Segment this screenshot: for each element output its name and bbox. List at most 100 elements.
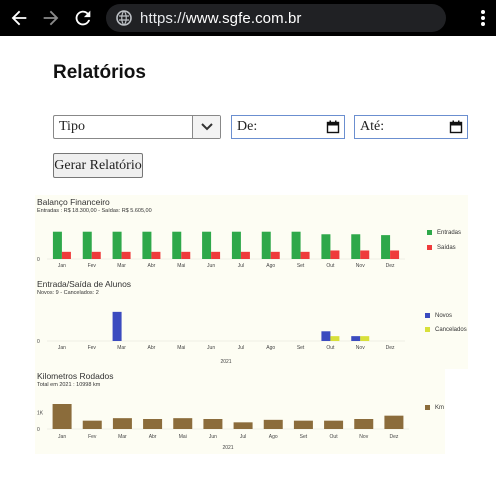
x-axis-label: 2021 [220, 359, 231, 365]
legend-item: Saídas [427, 245, 456, 251]
address-bar[interactable]: https://www.sgfe.com.br [106, 4, 446, 32]
x-tick-label: Jan [58, 434, 66, 440]
tipo-select-value: Tipo [59, 119, 85, 134]
url-host: www.sgfe.com.br [185, 10, 302, 27]
x-tick-label: Dez [386, 345, 395, 351]
bar-km [203, 419, 223, 429]
x-tick-label: Mar [117, 263, 126, 269]
site-info-icon[interactable] [116, 10, 132, 26]
bar-km [173, 418, 193, 429]
bar-entradas [202, 231, 212, 259]
bar-entradas [52, 231, 62, 259]
browser-toolbar: https://www.sgfe.com.br [0, 0, 496, 36]
x-tick-label: Mar [117, 345, 126, 351]
legend-item: Entradas [427, 230, 461, 236]
bar-entradas [112, 231, 122, 259]
x-tick-label: Jun [209, 434, 217, 440]
generate-report-button[interactable]: Gerar Relatório [53, 153, 143, 178]
bar-entradas [351, 234, 361, 259]
chart-subtitle: Total em 2021 : 10998 km [37, 382, 101, 388]
forward-arrow-icon[interactable] [40, 7, 62, 29]
bar-saídas [390, 250, 400, 259]
bar-saídas [121, 251, 131, 259]
students-flow-chart: Jan Fev Mar Abr Mai Jun Jul Ago Set Out Nov Dez 0 202… [35, 277, 468, 369]
x-tick-label: Ago [266, 345, 275, 351]
x-tick-label: Jul [240, 434, 246, 440]
x-tick-label: Out [326, 263, 335, 269]
bar-km [82, 420, 102, 429]
x-axis-label: 2021 [222, 445, 233, 451]
x-tick-label: Set [297, 263, 305, 269]
x-tick-label: Mai [177, 263, 185, 269]
bar-saídas [360, 250, 370, 259]
chart-subtitle: Novos: 9 - Cancelados: 2 [37, 290, 99, 296]
legend-swatch [427, 230, 432, 235]
date-from-input[interactable]: De: [231, 115, 345, 139]
bar-entradas [291, 231, 301, 259]
x-tick-label: Fev [88, 434, 97, 440]
bar-km [384, 415, 404, 429]
bar-km [143, 419, 163, 429]
x-tick-label: Abr [148, 345, 156, 351]
tipo-select[interactable]: Tipo [53, 115, 221, 139]
bar-saídas [211, 251, 221, 259]
bar-km [263, 419, 283, 429]
x-tick-label: Jul [238, 263, 244, 269]
x-tick-label: Abr [149, 434, 157, 440]
bar-entradas [142, 231, 152, 259]
bar-km [324, 420, 344, 429]
bar-entradas [231, 231, 241, 259]
bar-saídas [181, 251, 191, 259]
chart-title: Entrada/Saída de Alunos [37, 279, 132, 289]
legend-item: Cancelados [425, 327, 467, 333]
x-tick-label: Ago [269, 434, 278, 440]
legend-swatch [425, 405, 430, 410]
y-tick-label: 0 [37, 257, 40, 263]
url-text: https://www.sgfe.com.br [140, 10, 302, 27]
bar-saídas [151, 251, 161, 259]
chart-canvas: Jan Fev Mar Abr Mai Jun Jul Ago Set Out Nov Dez 0 202… [37, 311, 405, 365]
date-to-input[interactable]: Até: [354, 115, 468, 139]
bar-km [293, 420, 313, 429]
y-tick-label: 0 [37, 339, 40, 345]
bar-saídas [300, 251, 310, 259]
x-tick-label: Set [297, 345, 305, 351]
x-tick-label: Dez [389, 434, 398, 440]
calendar-icon[interactable] [326, 120, 340, 134]
bar-entradas [381, 235, 391, 259]
bar-cancelados [360, 336, 370, 341]
calendar-icon[interactable] [449, 120, 463, 134]
chart-title: Kilometros Rodados [37, 371, 114, 381]
legend-label: Km [435, 405, 444, 412]
legend-label: Novos [435, 313, 453, 320]
y-tick-label: 0 [37, 427, 40, 433]
x-tick-label: Dez [386, 263, 395, 269]
chevron-down-icon[interactable] [192, 116, 220, 138]
bar-km [52, 404, 72, 429]
x-tick-label: Nov [356, 345, 365, 351]
legend-item: Km [425, 405, 444, 411]
x-tick-label: Fev [88, 263, 97, 269]
x-tick-label: Jun [207, 345, 215, 351]
chart-subtitle: Entradas : R$ 18.300,00 - Saídas: R$ 5.6… [37, 208, 152, 214]
x-tick-label: Ago [266, 263, 275, 269]
x-tick-label: Out [326, 345, 335, 351]
x-tick-label: Set [300, 434, 308, 440]
back-arrow-icon[interactable] [8, 7, 30, 29]
legend-label: Entradas [437, 230, 462, 237]
date-to-label: Até: [360, 119, 385, 134]
kilometers-chart: Jan Fev Mar Abr Mai Jun Jul Ago Set Out Nov Dez 0 1K 2… [35, 369, 445, 454]
x-tick-label: Jan [58, 263, 66, 269]
legend-swatch [425, 313, 430, 318]
bar-novos [351, 336, 361, 341]
legend-label: Cancelados [435, 327, 467, 334]
x-tick-label: Nov [359, 434, 368, 440]
more-menu-icon[interactable] [478, 8, 488, 28]
bar-entradas [172, 231, 182, 259]
reload-icon[interactable] [72, 7, 94, 29]
x-tick-label: Mar [118, 434, 127, 440]
x-tick-label: Out [330, 434, 339, 440]
x-tick-label: Jun [207, 263, 215, 269]
x-tick-label: Mai [177, 345, 185, 351]
legend-swatch [427, 245, 432, 250]
